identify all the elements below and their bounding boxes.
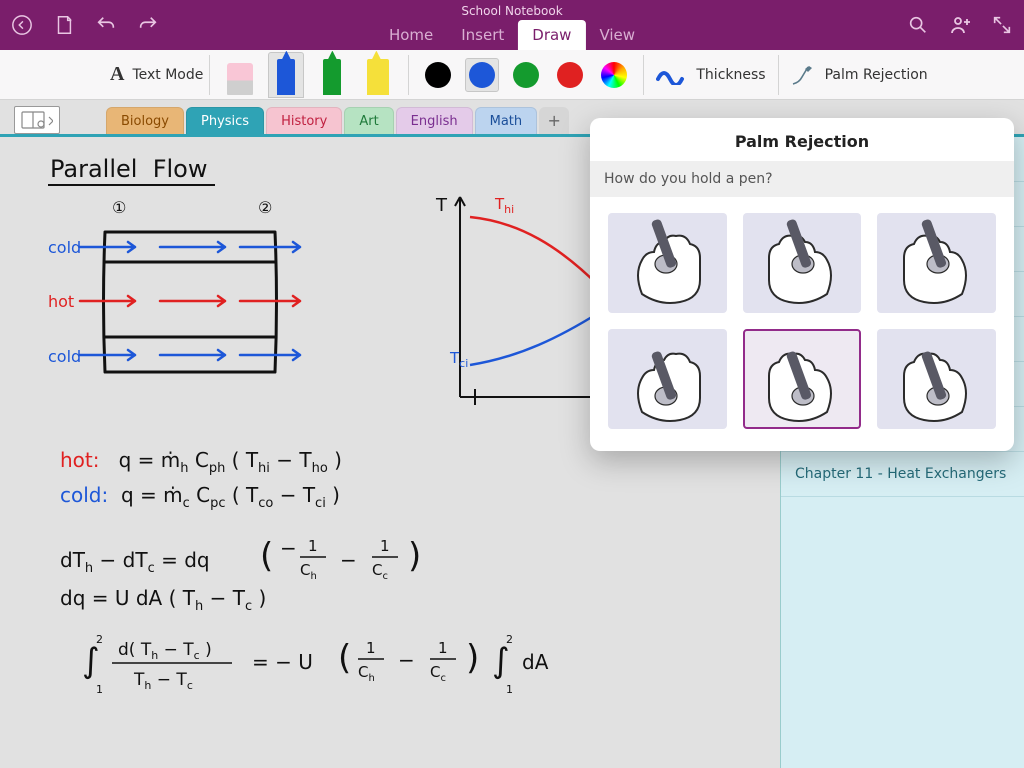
draw-toolbar: A Text Mode Thickness Palm Rejection <box>0 50 1024 100</box>
color-black[interactable] <box>421 58 455 92</box>
svg-text:(: ( <box>338 638 351 678</box>
color-blue[interactable] <box>465 58 499 92</box>
svg-text:−: − <box>280 536 297 560</box>
svg-text:cold: q = ṁc Cpc ( Tco − Tci: cold: q = ṁc Cpc ( Tco − Tci ) <box>60 483 340 511</box>
svg-text:1: 1 <box>380 537 390 555</box>
separator <box>643 55 644 95</box>
section-tab-physics[interactable]: Physics <box>186 107 264 134</box>
thickness-button[interactable]: Thickness <box>650 65 771 85</box>
hand-pose-option-0[interactable] <box>608 213 727 313</box>
svg-text:cold: cold <box>48 347 81 366</box>
svg-text:= − U: = − U <box>252 650 313 674</box>
svg-text:1: 1 <box>506 683 513 696</box>
hand-pose-option-2[interactable] <box>877 213 996 313</box>
section-tab-english[interactable]: English <box>396 107 473 134</box>
svg-text:∫: ∫ <box>492 641 510 681</box>
separator <box>408 55 409 95</box>
svg-text:Tci: Tci <box>449 349 468 370</box>
popover-title: Palm Rejection <box>590 118 1014 161</box>
svg-text:hot: hot <box>48 292 74 311</box>
section-tab-math[interactable]: Math <box>475 107 538 134</box>
svg-text:1: 1 <box>308 537 318 555</box>
note-title: Parallel Flow <box>50 155 208 183</box>
tab-insert[interactable]: Insert <box>447 20 518 50</box>
eraser-tool[interactable] <box>222 52 258 98</box>
section-tab-art[interactable]: Art <box>344 107 393 134</box>
search-icon[interactable] <box>904 11 932 39</box>
notebook-title: School Notebook <box>375 4 649 18</box>
undo-button[interactable] <box>92 11 120 39</box>
svg-text:dA: dA <box>522 650 549 674</box>
separator <box>778 55 779 95</box>
svg-text:Ch: Ch <box>300 561 317 582</box>
palm-rejection-popover: Palm Rejection How do you hold a pen? <box>590 118 1014 451</box>
highlighter-yellow[interactable] <box>360 52 396 98</box>
hand-pose-option-3[interactable] <box>608 329 727 429</box>
svg-text:): ) <box>466 638 479 678</box>
svg-text:cold: cold <box>48 238 81 257</box>
pen-green[interactable] <box>314 52 350 98</box>
fullscreen-icon[interactable] <box>988 11 1016 39</box>
back-button[interactable] <box>8 11 36 39</box>
text-mode-label: Text Mode <box>132 67 203 83</box>
svg-text:①: ① <box>112 198 126 217</box>
svg-text:dq = U dA ( Th − Tc ): dq = U dA ( Th − Tc ) <box>60 586 266 614</box>
svg-text:Ch: Ch <box>358 663 375 684</box>
pen-group <box>216 52 402 98</box>
svg-text:1: 1 <box>438 639 448 657</box>
svg-text:2: 2 <box>506 633 513 646</box>
palm-rejection-label: Palm Rejection <box>825 67 928 83</box>
pen-blue[interactable] <box>268 52 304 98</box>
thickness-label: Thickness <box>696 67 765 83</box>
svg-text:∫: ∫ <box>82 641 100 681</box>
tab-view[interactable]: View <box>585 20 649 50</box>
svg-text:dTh − dTc = dq: dTh − dTc = dq <box>60 548 210 576</box>
color-green[interactable] <box>509 58 543 92</box>
separator <box>209 55 210 95</box>
add-section-button[interactable]: + <box>539 107 569 134</box>
share-icon[interactable] <box>946 11 974 39</box>
tab-home[interactable]: Home <box>375 20 447 50</box>
color-wheel-button[interactable] <box>597 58 631 92</box>
svg-text:(: ( <box>260 536 273 576</box>
tab-draw[interactable]: Draw <box>518 20 585 50</box>
hand-pose-option-4[interactable] <box>743 329 862 429</box>
hand-pose-option-5[interactable] <box>877 329 996 429</box>
section-tab-biology[interactable]: Biology <box>106 107 184 134</box>
notebook-icon[interactable] <box>50 11 78 39</box>
svg-text:Thi: Thi <box>494 195 514 216</box>
svg-text:Cc: Cc <box>372 561 388 582</box>
color-group <box>415 58 637 92</box>
svg-text:1: 1 <box>366 639 376 657</box>
page-item[interactable]: Chapter 11 - Heat Exchangers <box>781 452 1024 497</box>
svg-text:2: 2 <box>96 633 103 646</box>
svg-text:hot: q = ṁh Cph ( Thi − Tho: hot: q = ṁh Cph ( Thi − Tho ) <box>60 448 342 476</box>
svg-text:②: ② <box>258 198 272 217</box>
ribbon-tabs: Home Insert Draw View <box>375 20 649 50</box>
hand-pose-grid <box>590 197 1014 451</box>
svg-text:T: T <box>435 195 448 216</box>
app-header: School Notebook Home Insert Draw View <box>0 0 1024 50</box>
section-tab-history[interactable]: History <box>266 107 342 134</box>
svg-text:−: − <box>340 548 357 572</box>
svg-text:d( Th − Tc ): d( Th − Tc ) <box>118 640 212 662</box>
color-red[interactable] <box>553 58 587 92</box>
svg-text:Th − Tc: Th − Tc <box>133 670 193 692</box>
hand-pose-option-1[interactable] <box>743 213 862 313</box>
svg-text:Cc: Cc <box>430 663 446 684</box>
redo-button[interactable] <box>134 11 162 39</box>
popover-subtitle: How do you hold a pen? <box>590 161 1014 197</box>
text-mode-button[interactable]: A Text Mode <box>110 63 203 86</box>
palm-rejection-button[interactable]: Palm Rejection <box>785 64 934 86</box>
svg-text:−: − <box>398 648 415 672</box>
notebook-selector[interactable] <box>14 106 60 134</box>
svg-text:): ) <box>408 536 421 576</box>
svg-text:1: 1 <box>96 683 103 696</box>
